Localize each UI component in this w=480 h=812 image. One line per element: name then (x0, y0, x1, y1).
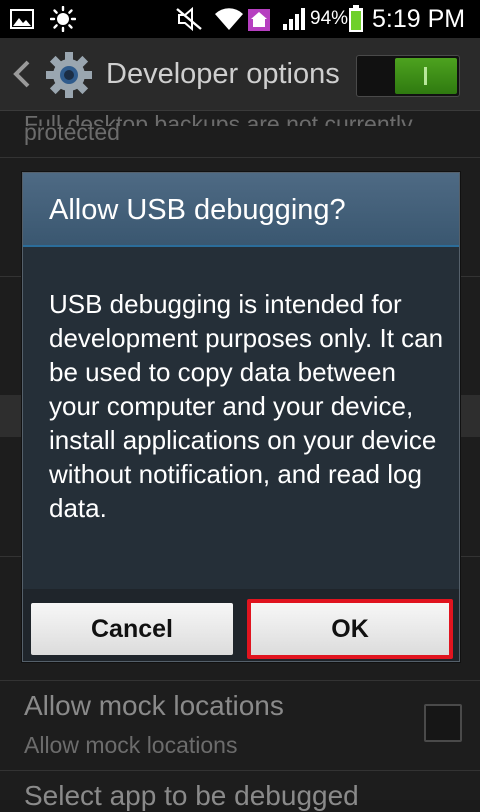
developer-options-toggle[interactable] (356, 55, 460, 97)
mock-locations-summary: Allow mock locations (24, 732, 238, 758)
list-divider (0, 680, 480, 681)
dialog-button-bar: Cancel OK (23, 589, 459, 661)
dialog-message: USB debugging is intended for developmen… (49, 289, 444, 523)
cancel-button[interactable]: Cancel (31, 603, 233, 655)
signal-strength-icon (280, 0, 310, 38)
dialog-title-bar: Allow USB debugging? (23, 173, 459, 247)
mock-locations-checkbox[interactable] (424, 704, 462, 742)
status-bar: 94% 5:19 PM (0, 0, 480, 38)
picture-notification-icon (8, 0, 36, 38)
wifi-icon (212, 0, 246, 38)
list-divider (0, 770, 480, 771)
list-divider (0, 157, 480, 158)
dialog-title: Allow USB debugging? (49, 194, 346, 226)
battery-percent: 94% (310, 8, 349, 29)
mock-locations-title: Allow mock locations (24, 690, 284, 721)
mute-icon (174, 0, 206, 38)
backup-summary-line2: protected (24, 119, 120, 145)
brightness-icon (48, 0, 78, 38)
usb-debugging-dialog: Allow USB debugging? USB debugging is in… (22, 172, 460, 662)
select-debug-app-title: Select app to be debugged (24, 780, 359, 811)
clock-time: 5:19 PM (372, 5, 466, 33)
back-chevron-icon[interactable] (10, 56, 34, 92)
toggle-knob (395, 58, 457, 94)
settings-gear-icon (44, 50, 94, 100)
page-title: Developer options (106, 58, 340, 90)
home-icon (246, 0, 272, 38)
battery-charging-icon (346, 0, 366, 38)
ok-button[interactable]: OK (247, 599, 453, 659)
